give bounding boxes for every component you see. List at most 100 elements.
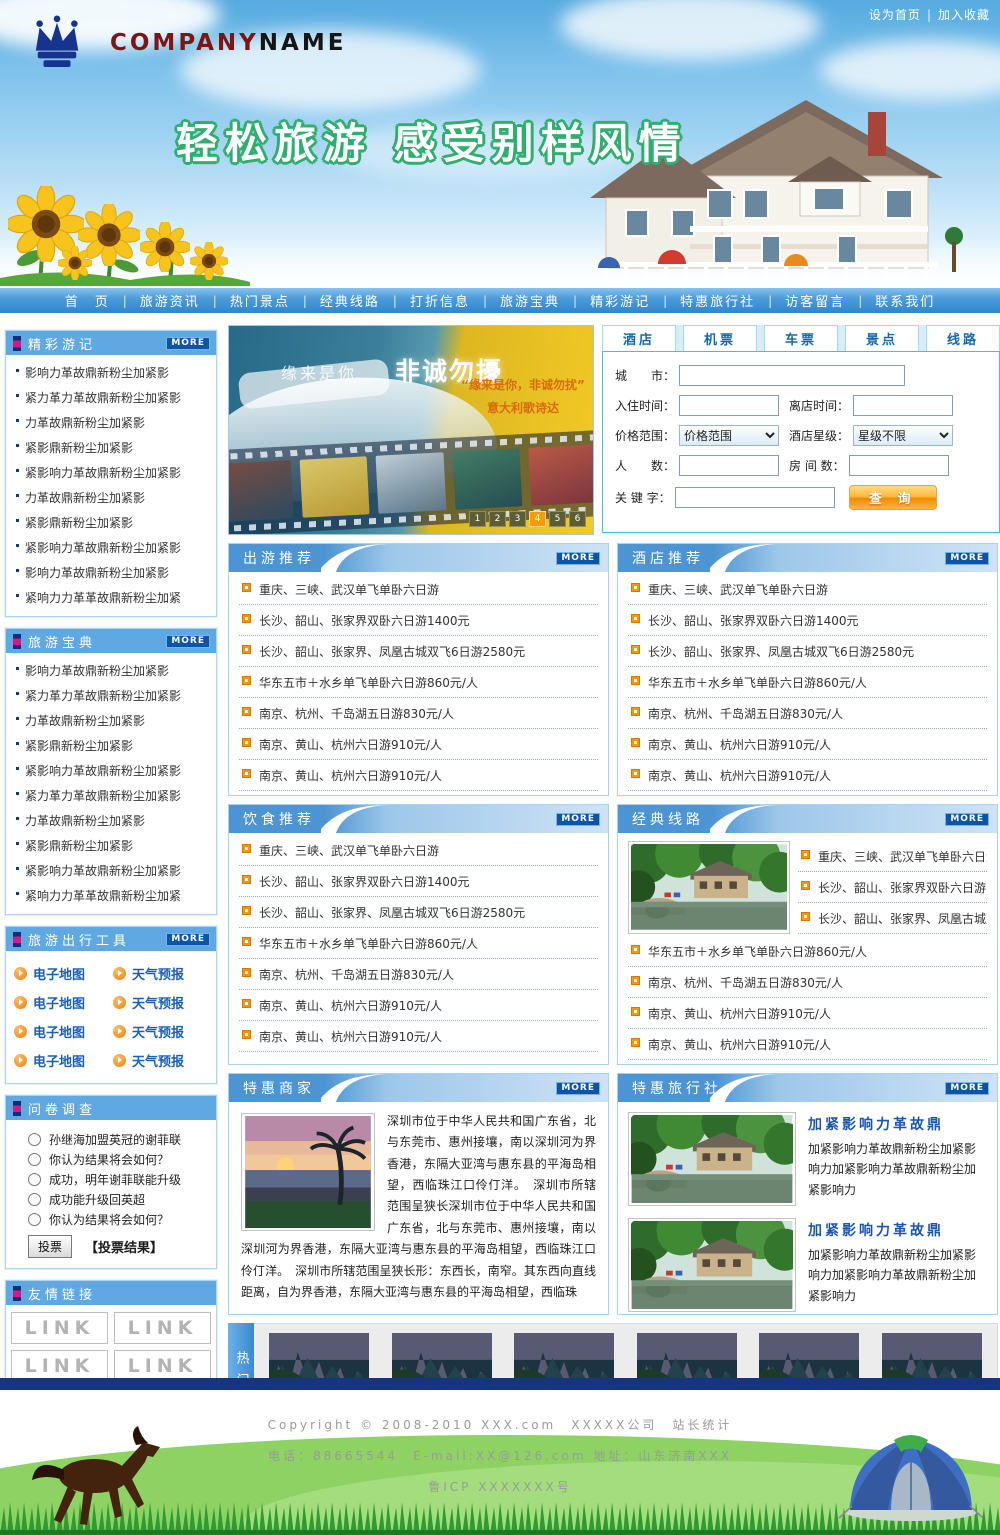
list-item-link[interactable]: 重庆、三峡、武汉单飞单卧六日游 xyxy=(259,583,439,597)
weather-link[interactable]: 天气预报 xyxy=(132,993,184,1012)
list-item-link[interactable]: 紧影响力革故鼎新粉尘加紧影 xyxy=(25,764,181,778)
nav-link[interactable]: 特惠旅行社 xyxy=(676,291,759,310)
list-item-link[interactable]: 长沙、韶山、张家界、凤凰古城双 xyxy=(818,912,987,926)
people-count-input[interactable] xyxy=(679,455,779,476)
room-count-input[interactable] xyxy=(849,455,949,476)
list-item-link[interactable]: 紧力革力革故鼎新粉尘加紧影 xyxy=(25,789,181,803)
list-item-link[interactable]: 华东五市＋水乡单飞单卧六日游860元/人 xyxy=(259,937,478,951)
poll-results-link[interactable]: 【投票结果】 xyxy=(85,1237,163,1256)
emap-link[interactable]: 电子地图 xyxy=(33,964,85,983)
city-input[interactable] xyxy=(679,365,905,386)
search-tab[interactable]: 车票 xyxy=(764,325,838,351)
list-item-link[interactable]: 华东五市＋水乡单飞单卧六日游860元/人 xyxy=(259,676,478,690)
nav-link[interactable]: 热门景点 xyxy=(226,291,294,310)
agency-title-link[interactable]: 加紧影响力革故鼎 xyxy=(808,1114,987,1134)
nav-link[interactable]: 经典线路 xyxy=(316,291,384,310)
hotel-star-select[interactable]: 星级不限 xyxy=(853,425,953,446)
route-photo-frame[interactable] xyxy=(628,841,790,934)
list-item-link[interactable]: 长沙、韶山、张家界、凤凰古城双飞6日游2580元 xyxy=(259,906,525,920)
list-item-link[interactable]: 南京、黄山、杭州六日游910元/人 xyxy=(648,769,831,783)
agency-photo-frame[interactable] xyxy=(628,1218,796,1312)
site-logo[interactable]: COMPANYNAME xyxy=(26,14,346,68)
keyword-input[interactable] xyxy=(675,487,835,508)
list-item-link[interactable]: 紧影鼎新粉尘加紧影 xyxy=(25,516,133,530)
list-item-link[interactable]: 紧影鼎新粉尘加紧影 xyxy=(25,441,133,455)
list-item-link[interactable]: 南京、黄山、杭州六日游910元/人 xyxy=(648,1038,831,1052)
search-tab[interactable]: 线路 xyxy=(926,325,1000,351)
search-tab[interactable]: 景点 xyxy=(845,325,919,351)
list-item-link[interactable]: 紧影响力革故鼎新粉尘加紧影 xyxy=(25,541,181,555)
set-home-link[interactable]: 设为首页 xyxy=(869,8,921,22)
list-item-link[interactable]: 力革故鼎新粉尘加紧影 xyxy=(25,416,145,430)
pager-button-4-active[interactable]: 4 xyxy=(529,511,546,527)
list-item-link[interactable]: 力革故鼎新粉尘加紧影 xyxy=(25,814,145,828)
list-item-link[interactable]: 紧响力力革革故鼎新粉尘加紧 xyxy=(25,889,181,903)
pager-button-2[interactable]: 2 xyxy=(489,511,506,527)
list-item-link[interactable]: 南京、杭州、千岛湖五日游830元/人 xyxy=(259,707,454,721)
search-tab[interactable]: 机票 xyxy=(683,325,757,351)
friend-link-banner[interactable]: LINK xyxy=(11,1312,108,1344)
list-item-link[interactable]: 长沙、韶山、张家界双卧六日游1400元 xyxy=(259,614,470,628)
list-item-link[interactable]: 南京、杭州、千岛湖五日游830元/人 xyxy=(648,976,843,990)
list-item-link[interactable]: 南京、杭州、千岛湖五日游830元/人 xyxy=(648,707,843,721)
more-button[interactable]: MORE xyxy=(166,933,210,946)
list-item-link[interactable]: 长沙、韶山、张家界、凤凰古城双飞6日游2580元 xyxy=(259,645,525,659)
poll-radio[interactable] xyxy=(28,1173,41,1186)
poll-radio[interactable] xyxy=(28,1193,41,1206)
add-favorite-link[interactable]: 加入收藏 xyxy=(938,8,990,22)
vote-button[interactable]: 投票 xyxy=(28,1235,72,1258)
list-item-link[interactable]: 紧影响力革故鼎新粉尘加紧影 xyxy=(25,864,181,878)
more-button[interactable]: MORE xyxy=(945,1082,989,1095)
list-item-link[interactable]: 华东五市＋水乡单飞单卧六日游860元/人 xyxy=(648,676,867,690)
weather-link[interactable]: 天气预报 xyxy=(132,964,184,983)
nav-link[interactable]: 联系我们 xyxy=(871,291,939,310)
list-item-link[interactable]: 紧力革力革故鼎新粉尘加紧影 xyxy=(25,391,181,405)
list-item-link[interactable]: 力革故鼎新粉尘加紧影 xyxy=(25,491,145,505)
poll-radio[interactable] xyxy=(28,1213,41,1226)
list-item-link[interactable]: 影响力革故鼎新粉尘加紧影 xyxy=(25,664,169,678)
nav-link[interactable]: 首 页 xyxy=(61,291,114,310)
more-button[interactable]: MORE xyxy=(945,552,989,565)
pager-button-1[interactable]: 1 xyxy=(469,511,486,527)
list-item-link[interactable]: 紧影响力革故鼎新粉尘加紧影 xyxy=(25,466,181,480)
checkout-input[interactable] xyxy=(853,395,953,416)
more-button[interactable]: MORE xyxy=(945,813,989,826)
more-button[interactable]: MORE xyxy=(166,635,210,648)
pager-button-6[interactable]: 6 xyxy=(569,511,586,527)
list-item-link[interactable]: 南京、黄山、杭州六日游910元/人 xyxy=(259,999,442,1013)
more-button[interactable]: MORE xyxy=(556,552,600,565)
pager-button-5[interactable]: 5 xyxy=(549,511,566,527)
pager-button-3[interactable]: 3 xyxy=(509,511,526,527)
more-button[interactable]: MORE xyxy=(556,813,600,826)
weather-link[interactable]: 天气预报 xyxy=(132,1022,184,1041)
promo-slider[interactable]: 缘来是你 非诚勿擾 “缘来是你，非诚勿扰” 意大利歌诗达 1 xyxy=(228,325,594,535)
list-item-link[interactable]: 力革故鼎新粉尘加紧影 xyxy=(25,714,145,728)
list-item-link[interactable]: 南京、黄山、杭州六日游910元/人 xyxy=(648,1007,831,1021)
checkin-input[interactable] xyxy=(679,395,779,416)
list-item-link[interactable]: 紧力革力革故鼎新粉尘加紧影 xyxy=(25,689,181,703)
more-button[interactable]: MORE xyxy=(166,337,210,350)
list-item-link[interactable]: 南京、杭州、千岛湖五日游830元/人 xyxy=(259,968,454,982)
friend-link-banner[interactable]: LINK xyxy=(114,1312,211,1344)
list-item-link[interactable]: 影响力革故鼎新粉尘加紧影 xyxy=(25,366,169,380)
poll-radio[interactable] xyxy=(28,1153,41,1166)
emap-link[interactable]: 电子地图 xyxy=(33,993,85,1012)
list-item-link[interactable]: 华东五市＋水乡单飞单卧六日游860元/人 xyxy=(648,945,867,959)
weather-link[interactable]: 天气预报 xyxy=(132,1051,184,1070)
list-item-link[interactable]: 紧影鼎新粉尘加紧影 xyxy=(25,739,133,753)
price-range-select[interactable]: 价格范围 xyxy=(679,425,779,446)
list-item-link[interactable]: 长沙、韶山、张家界、凤凰古城双飞6日游2580元 xyxy=(648,645,914,659)
agency-title-link[interactable]: 加紧影响力革故鼎 xyxy=(808,1220,987,1240)
poll-radio[interactable] xyxy=(28,1133,41,1146)
list-item-link[interactable]: 重庆、三峡、武汉单飞单卧六日游 xyxy=(818,850,987,864)
search-tab[interactable]: 酒店 xyxy=(602,325,676,351)
more-button[interactable]: MORE xyxy=(556,1082,600,1095)
agency-photo-frame[interactable] xyxy=(628,1112,796,1206)
list-item-link[interactable]: 南京、黄山、杭州六日游910元/人 xyxy=(259,738,442,752)
list-item-link[interactable]: 影响力革故鼎新粉尘加紧影 xyxy=(25,566,169,580)
emap-link[interactable]: 电子地图 xyxy=(33,1022,85,1041)
list-item-link[interactable]: 南京、黄山、杭州六日游910元/人 xyxy=(259,769,442,783)
nav-link[interactable]: 打折信息 xyxy=(406,291,474,310)
search-submit-button[interactable]: 查 询 xyxy=(849,485,937,510)
nav-link[interactable]: 旅游资讯 xyxy=(136,291,204,310)
